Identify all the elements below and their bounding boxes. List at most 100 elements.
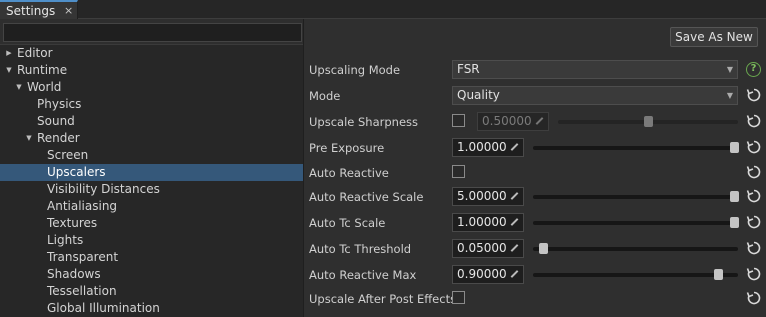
tree-item-shadows[interactable]: Shadows — [0, 266, 303, 283]
upscale-after-post-effects-label: Upscale After Post Effects — [309, 292, 457, 306]
tree-item-label: Shadows — [47, 267, 101, 281]
chevron-right-icon[interactable]: ▶ — [4, 45, 14, 62]
tree-item-antialiasing[interactable]: Antialiasing — [0, 198, 303, 215]
chevron-down-icon: ▼ — [726, 91, 733, 100]
edit-value-icon — [508, 268, 520, 280]
tree-item-transparent[interactable]: Transparent — [0, 249, 303, 266]
tab-label: Settings — [6, 4, 56, 18]
slider-thumb[interactable] — [730, 191, 739, 202]
tree-item-lights[interactable]: Lights — [0, 232, 303, 249]
auto-reactive-scale-label: Auto Reactive Scale — [309, 190, 424, 204]
tree-item-textures[interactable]: Textures — [0, 215, 303, 232]
tree-item-label: Transparent — [47, 250, 119, 264]
edit-value-icon — [533, 115, 545, 127]
tree-item-global-illumination[interactable]: Global Illumination — [0, 300, 303, 317]
tree-item-physics[interactable]: Physics — [0, 96, 303, 113]
search-input[interactable] — [3, 23, 302, 42]
auto-tc-threshold-value: 0.05000 — [457, 241, 507, 255]
auto-reactive-label: Auto Reactive — [309, 166, 389, 180]
close-icon[interactable]: × — [64, 4, 73, 17]
tree-item-label: Tessellation — [47, 284, 117, 298]
auto-reactive-scale-field[interactable]: 5.00000 — [452, 187, 524, 206]
slider-thumb[interactable] — [713, 269, 723, 280]
settings-tree: ▶ Editor ▼ Runtime ▼ World Physics Sound ▼ Render… — [0, 44, 303, 317]
tree-item-label: Runtime — [17, 63, 68, 77]
mode-select[interactable]: Quality ▼ — [452, 86, 738, 105]
tree-item-label: Screen — [47, 148, 89, 162]
reset-icon[interactable] — [746, 113, 762, 129]
mode-value: Quality — [457, 88, 500, 102]
pre-exposure-field[interactable]: 1.00000 — [452, 138, 524, 157]
chevron-down-icon: ▼ — [726, 65, 733, 74]
edit-value-icon — [508, 190, 520, 202]
upscale-sharpness-checkbox[interactable] — [452, 114, 465, 127]
auto-reactive-scale-slider[interactable] — [533, 191, 739, 202]
slider-thumb[interactable] — [644, 116, 653, 127]
upscale-sharpness-slider[interactable] — [558, 116, 738, 127]
tree-item-upscalers[interactable]: Upscalers — [0, 164, 303, 181]
tab-settings[interactable]: Settings × — [0, 0, 78, 19]
tree-item-visibility-distances[interactable]: Visibility Distances — [0, 181, 303, 198]
upscaling-mode-label: Upscaling Mode — [309, 63, 401, 77]
slider-thumb[interactable] — [730, 142, 739, 153]
pre-exposure-label: Pre Exposure — [309, 141, 385, 155]
edit-value-icon — [508, 242, 520, 254]
upscale-after-post-effects-checkbox[interactable] — [452, 291, 465, 304]
auto-tc-threshold-label: Auto Tc Threshold — [309, 242, 412, 256]
tab-bar: Settings × — [0, 0, 766, 19]
chevron-down-icon[interactable]: ▼ — [4, 62, 14, 79]
tree-item-label: Antialiasing — [47, 199, 118, 213]
reset-icon[interactable] — [746, 188, 762, 204]
tree-item-world[interactable]: ▼ World — [0, 79, 303, 96]
reset-icon[interactable] — [746, 139, 762, 155]
tree-item-label: World — [27, 80, 62, 94]
upscale-sharpness-label: Upscale Sharpness — [309, 115, 419, 129]
tree-item-label: Upscalers — [47, 165, 106, 179]
auto-tc-threshold-field[interactable]: 0.05000 — [452, 239, 524, 258]
tree-item-label: Physics — [37, 97, 82, 111]
tree-item-sound[interactable]: Sound — [0, 113, 303, 130]
upscaling-mode-select[interactable]: FSR ▼ — [452, 60, 738, 79]
reset-icon[interactable] — [746, 240, 762, 256]
auto-tc-scale-field[interactable]: 1.00000 — [452, 213, 524, 232]
settings-panel: Save As New Upscaling Mode FSR ▼ ? Mode … — [303, 19, 766, 317]
auto-reactive-max-slider[interactable] — [533, 269, 738, 280]
reset-icon[interactable] — [746, 87, 762, 103]
tree-item-label: Visibility Distances — [47, 182, 160, 196]
reset-icon[interactable] — [746, 164, 762, 180]
tree-item-label: Global Illumination — [47, 301, 160, 315]
tree-item-runtime[interactable]: ▼ Runtime — [0, 62, 303, 79]
pre-exposure-slider[interactable] — [533, 142, 739, 153]
tree-item-label: Sound — [37, 114, 75, 128]
tree-item-label: Lights — [47, 233, 84, 247]
reset-icon[interactable] — [746, 214, 762, 230]
reset-icon[interactable] — [746, 290, 762, 306]
tree-item-label: Textures — [47, 216, 98, 230]
tree-item-editor[interactable]: ▶ Editor — [0, 45, 303, 62]
edit-value-icon — [508, 141, 520, 153]
auto-reactive-max-field[interactable]: 0.90000 — [452, 265, 524, 284]
upscaling-mode-value: FSR — [457, 62, 480, 76]
upscale-sharpness-field[interactable]: 0.50000 — [477, 112, 549, 131]
auto-tc-threshold-slider[interactable] — [533, 243, 738, 254]
pre-exposure-value: 1.00000 — [457, 140, 507, 154]
tree-item-label: Editor — [17, 46, 53, 60]
tree-item-tessellation[interactable]: Tessellation — [0, 283, 303, 300]
auto-tc-scale-slider[interactable] — [533, 217, 739, 228]
chevron-down-icon[interactable]: ▼ — [24, 130, 34, 147]
help-icon[interactable]: ? — [746, 62, 761, 77]
auto-reactive-checkbox[interactable] — [452, 165, 465, 178]
slider-thumb[interactable] — [730, 217, 739, 228]
auto-reactive-max-label: Auto Reactive Max — [309, 268, 417, 282]
tree-item-render[interactable]: ▼ Render — [0, 130, 303, 147]
chevron-down-icon[interactable]: ▼ — [14, 79, 24, 96]
auto-tc-scale-label: Auto Tc Scale — [309, 216, 386, 230]
mode-label: Mode — [309, 89, 341, 103]
slider-thumb[interactable] — [539, 243, 549, 254]
save-as-new-button[interactable]: Save As New — [670, 27, 758, 47]
auto-tc-scale-value: 1.00000 — [457, 215, 507, 229]
tree-item-screen[interactable]: Screen — [0, 147, 303, 164]
auto-reactive-scale-value: 5.00000 — [457, 189, 507, 203]
reset-icon[interactable] — [746, 266, 762, 282]
settings-tree-panel: ▶ Editor ▼ Runtime ▼ World Physics Sound ▼ Render… — [0, 19, 303, 317]
